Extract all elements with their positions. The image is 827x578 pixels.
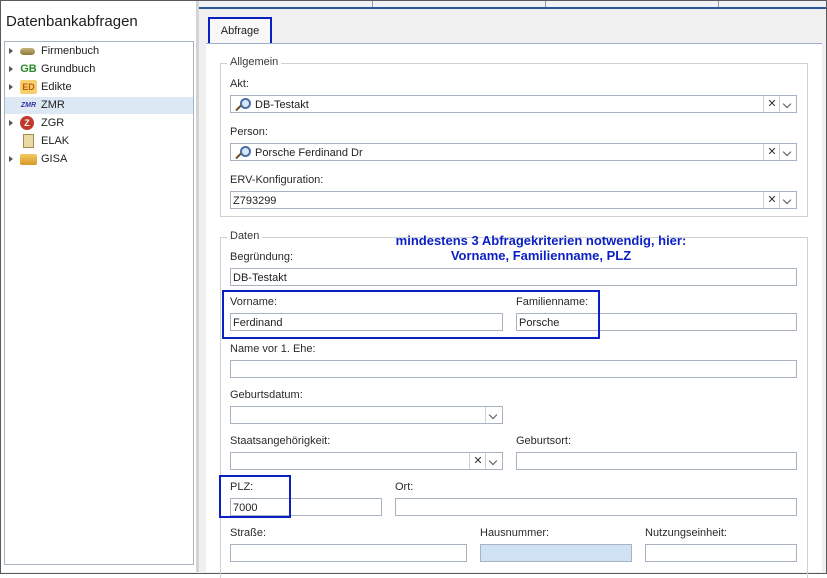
expand-arrow-icon[interactable] — [9, 48, 13, 54]
chevron-down-icon[interactable] — [779, 96, 796, 112]
tree-item-elak[interactable]: ELAK — [5, 133, 193, 150]
person-label: Person: — [230, 126, 268, 138]
elak-icon — [23, 134, 34, 148]
right-panel: Abfrage Allgemein Akt: DB-Testakt ✕ Pers… — [199, 1, 826, 578]
tree-item-label: ZMR — [41, 99, 65, 111]
tree-item-zmr[interactable]: ZMR ZMR — [5, 97, 193, 114]
tree-item-label: Grundbuch — [41, 63, 96, 75]
group-legend: Allgemein — [227, 56, 282, 68]
strasse-label: Straße: — [230, 527, 267, 539]
tree-item-label: Edikte — [41, 81, 72, 93]
tree-item-label: ELAK — [41, 135, 70, 147]
chevron-down-icon[interactable] — [779, 192, 796, 208]
name-vor-ehe-label: Name vor 1. Ehe: — [230, 343, 316, 355]
grundbuch-icon: GB — [20, 63, 37, 75]
tree-item-grundbuch[interactable]: GB Grundbuch — [5, 61, 193, 78]
erv-label: ERV-Konfiguration: — [230, 174, 324, 186]
nutzungseinheit-field[interactable] — [645, 544, 797, 562]
tree-item-edikte[interactable]: ED Edikte — [5, 79, 193, 96]
tree-item-gisa[interactable]: GISA — [5, 151, 193, 168]
hausnummer-label: Hausnummer: — [480, 527, 550, 539]
person-field[interactable]: Porsche Ferdinand Dr ✕ — [230, 143, 797, 161]
clear-icon[interactable]: ✕ — [763, 96, 780, 112]
zmr-icon: ZMR — [20, 101, 37, 110]
geburtsdatum-label: Geburtsdatum: — [230, 389, 303, 401]
akt-field[interactable]: DB-Testakt ✕ — [230, 95, 797, 113]
staatsangehoerigkeit-label: Staatsangehörigkeit: — [230, 435, 331, 447]
panel-title: Datenbankabfragen — [6, 13, 138, 30]
erv-field[interactable]: Z793299 ✕ — [230, 191, 797, 209]
chevron-down-icon[interactable] — [485, 453, 502, 469]
group-legend: Daten — [227, 230, 263, 242]
tree-item-zgr[interactable]: Z ZGR — [5, 115, 193, 132]
query-form: Allgemein Akt: DB-Testakt ✕ Person: Pors… — [206, 44, 822, 578]
search-icon[interactable] — [232, 97, 251, 113]
begruendung-field[interactable]: DB-Testakt — [230, 268, 797, 286]
tree-item-label: Firmenbuch — [41, 45, 100, 57]
search-icon[interactable] — [232, 145, 251, 161]
highlight-name-box — [222, 290, 600, 339]
erv-value: Z793299 — [233, 195, 277, 207]
expand-arrow-icon[interactable] — [9, 66, 13, 72]
highlight-plz-box — [219, 475, 291, 518]
zgr-icon: Z — [20, 116, 34, 130]
strasse-field[interactable] — [230, 544, 467, 562]
geburtsort-label: Geburtsort: — [516, 435, 572, 447]
separator — [718, 1, 719, 7]
staatsangehoerigkeit-field[interactable]: ✕ — [230, 452, 503, 470]
akt-value: DB-Testakt — [255, 99, 309, 111]
chevron-down-icon[interactable] — [485, 407, 502, 423]
gisa-icon — [20, 154, 37, 165]
chevron-down-icon[interactable] — [779, 144, 796, 160]
annotation-note: mindestens 3 Abfragekriterien notwendig,… — [371, 233, 711, 263]
clear-icon[interactable]: ✕ — [469, 453, 486, 469]
clear-icon[interactable]: ✕ — [763, 144, 780, 160]
tree-item-label: ZGR — [41, 117, 65, 129]
tab-abfrage[interactable]: Abfrage — [208, 17, 272, 45]
tree-item-label: GISA — [41, 153, 68, 165]
nutzungseinheit-label: Nutzungseinheit: — [645, 527, 727, 539]
annotation-line: Vorname, Familienname, PLZ — [450, 248, 632, 263]
separator — [545, 1, 546, 7]
edikte-icon: ED — [20, 80, 37, 94]
left-panel: Datenbankabfragen Firmenbuch GB Grundbuc… — [1, 1, 196, 572]
person-value: Porsche Ferdinand Dr — [255, 147, 363, 159]
ort-label: Ort: — [395, 481, 414, 493]
ort-field[interactable] — [395, 498, 797, 516]
clear-icon[interactable]: ✕ — [763, 192, 780, 208]
expand-arrow-icon[interactable] — [9, 84, 13, 90]
begruendung-label: Begründung: — [230, 251, 293, 263]
geburtsdatum-field[interactable] — [230, 406, 503, 424]
separator — [372, 1, 373, 7]
expand-arrow-icon[interactable] — [9, 156, 13, 162]
tree-item-firmenbuch[interactable]: Firmenbuch — [5, 43, 193, 60]
firmenbuch-icon — [20, 48, 35, 55]
top-strip — [199, 1, 826, 9]
annotation-line: mindestens 3 Abfragekriterien notwendig,… — [395, 233, 687, 248]
geburtsort-field[interactable] — [516, 452, 797, 470]
akt-label: Akt: — [230, 78, 249, 90]
hausnummer-field[interactable] — [480, 544, 632, 562]
expand-arrow-icon[interactable] — [9, 120, 13, 126]
query-tree: Firmenbuch GB Grundbuch ED Edikte ZMR ZM… — [4, 41, 194, 565]
name-vor-ehe-field[interactable] — [230, 360, 797, 378]
